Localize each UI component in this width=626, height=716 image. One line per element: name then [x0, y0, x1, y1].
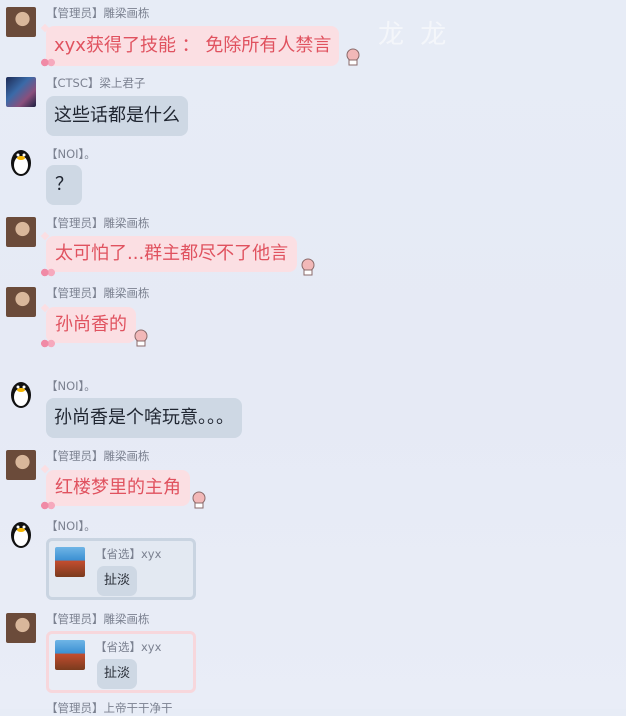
sender-name: 【管理员】雕梁画栋 — [46, 6, 150, 20]
sender-name: 【管理员】雕梁画栋 — [46, 216, 150, 230]
quoted-bubble: 扯淡 — [97, 659, 138, 689]
avatar[interactable] — [6, 217, 36, 247]
chat-window: { "watermark": "龙 龙", "messages": [ {"se… — [0, 0, 626, 715]
message-bubble[interactable]: 孙尚香的 — [46, 307, 136, 343]
avatar[interactable] — [6, 450, 36, 480]
message-bubble[interactable]: 红楼梦里的主角 — [46, 470, 190, 506]
mascot-icon — [346, 48, 360, 66]
sender-name: 【管理员】雕梁画栋 — [46, 612, 150, 626]
message-bubble[interactable]: 孙尚香是个啥玩意。。。 — [46, 398, 242, 438]
quoted-bubble: 扯淡 — [97, 566, 138, 596]
message-bubble[interactable]: ？ — [46, 165, 82, 205]
quoted-sender: 【省选】xyx — [95, 547, 162, 561]
flower-icon — [40, 58, 56, 67]
mascot-icon — [301, 258, 315, 276]
message-bubble[interactable]: 太可怕了...群主都尽不了他言 — [46, 236, 298, 272]
quoted-message-card[interactable]: 【省选】xyx 扯淡 — [46, 631, 196, 693]
sender-name: 【NOI】。 — [46, 147, 96, 161]
message-bubble[interactable]: xyx获得了技能 ： 免除所有人禁言 — [46, 26, 340, 66]
sender-name: 【管理员】雕梁画栋 — [46, 449, 150, 463]
flower-icon — [40, 501, 56, 510]
sender-name: 【管理员】雕梁画栋 — [46, 286, 150, 300]
quoted-message-card[interactable]: 【省选】xyx 扯淡 — [46, 538, 196, 600]
mascot-icon — [192, 491, 206, 509]
message-bubble[interactable]: 这些话都是什么 — [46, 96, 188, 136]
qq-penguin-icon[interactable] — [6, 379, 36, 409]
sender-name: 【CTSC】梁上君子 — [46, 76, 146, 90]
qq-penguin-icon[interactable] — [6, 519, 36, 549]
quoted-avatar — [55, 640, 85, 670]
flower-icon — [40, 339, 56, 348]
avatar[interactable] — [6, 7, 36, 37]
sender-name: 【NOI】。 — [46, 379, 96, 393]
quoted-avatar — [55, 547, 85, 577]
qq-penguin-icon[interactable] — [6, 147, 36, 177]
avatar[interactable] — [6, 77, 36, 107]
sender-name: 【NOI】。 — [46, 519, 96, 533]
sender-name: 【管理员】上帝干干净干 — [46, 701, 173, 715]
flower-icon — [40, 268, 56, 277]
watermark: 龙 龙 — [378, 20, 451, 50]
avatar[interactable] — [6, 287, 36, 317]
mascot-icon — [134, 329, 148, 347]
quoted-sender: 【省选】xyx — [95, 640, 162, 654]
avatar[interactable] — [6, 613, 36, 643]
